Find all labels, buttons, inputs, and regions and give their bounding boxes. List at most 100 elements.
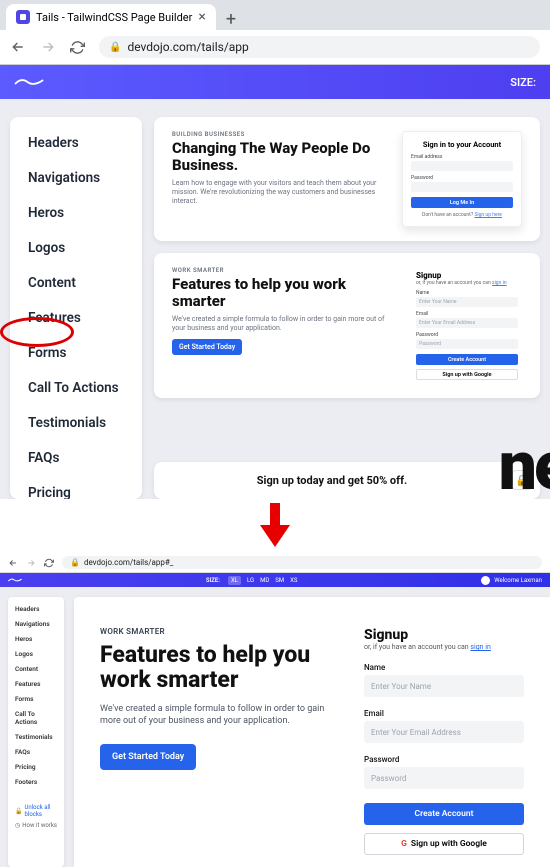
password-field[interactable]: [411, 182, 513, 192]
address-bar-bottom: 🔒 devdojo.com/tails/app#_: [0, 553, 550, 573]
sidebar-item-features[interactable]: Features: [15, 680, 57, 688]
tab-bar: Tails - TailwindCSS Page Builder × +: [0, 0, 550, 30]
google-signup-button[interactable]: Sign up with Google: [416, 369, 518, 380]
password-label: Password: [416, 332, 518, 338]
lock-icon: 🔒: [109, 42, 121, 53]
form-footer: Don't have an account? Sign up here: [411, 212, 513, 218]
size-xl[interactable]: XL: [228, 576, 241, 585]
tails-logo-icon: [14, 75, 44, 89]
name-label: Name: [364, 663, 524, 672]
preview-canvas-top: BUILDING BUSINESSES Changing The Way Peo…: [154, 117, 540, 499]
url-text: devdojo.com/tails/app: [127, 40, 248, 54]
annotation-arrow-icon: [260, 503, 290, 547]
signin-link[interactable]: sign in: [492, 280, 507, 286]
size-lg[interactable]: LG: [247, 577, 254, 584]
how-it-works-link[interactable]: ◷How it works: [15, 822, 57, 829]
welcome-text: Welcome Laxman: [494, 577, 542, 584]
sidebar-item-features[interactable]: Features: [28, 310, 124, 326]
form-title: Signup: [416, 271, 518, 280]
email-input[interactable]: [364, 721, 524, 743]
address-field-bottom[interactable]: 🔒 devdojo.com/tails/app#_: [62, 556, 542, 569]
sidebar-item-pricing[interactable]: Pricing: [15, 763, 57, 771]
sidebar-item-content[interactable]: Content: [15, 665, 57, 673]
login-button[interactable]: Log Me In: [411, 197, 513, 208]
password-label: Password: [364, 755, 524, 764]
google-signup-button[interactable]: GSign up with Google: [364, 833, 524, 855]
sidebar-item-footers[interactable]: Footers: [15, 778, 57, 786]
sidebar-item-heros[interactable]: Heros: [15, 635, 57, 643]
size-sm[interactable]: SM: [275, 577, 284, 584]
forward-icon[interactable]: [26, 558, 36, 568]
name-label: Name: [416, 290, 518, 296]
email-field[interactable]: Enter Your Email Address: [416, 318, 518, 328]
clock-icon: ◷: [15, 822, 20, 829]
avatar-icon: ☺: [481, 576, 490, 585]
reload-icon[interactable]: [44, 558, 54, 568]
size-xs[interactable]: XS: [290, 577, 297, 584]
email-label: Email address: [411, 154, 513, 160]
sidebar-item-content[interactable]: Content: [28, 275, 124, 291]
sidebar-item-pricing[interactable]: Pricing: [28, 485, 124, 499]
sidebar-item-navigations[interactable]: Navigations: [15, 620, 57, 628]
sidebar-item-testimonials[interactable]: Testimonials: [15, 733, 57, 741]
category-sidebar-bottom: Headers Navigations Heros Logos Content …: [8, 597, 64, 867]
size-label: SIZE:: [510, 76, 536, 89]
sidebar-item-heros[interactable]: Heros: [28, 205, 124, 221]
email-label: Email: [364, 709, 524, 718]
browser-tab[interactable]: Tails - TailwindCSS Page Builder ×: [6, 4, 216, 30]
password-input[interactable]: [364, 767, 524, 789]
form-title: Sign in to your Account: [411, 140, 513, 149]
form-subtitle: or, if you have an account you can sign …: [416, 280, 518, 286]
user-menu[interactable]: ☺ Welcome Laxman: [481, 576, 542, 585]
sidebar-item-headers[interactable]: Headers: [15, 605, 57, 613]
get-started-button[interactable]: Get Started Today: [172, 339, 242, 355]
new-tab-button[interactable]: +: [216, 9, 246, 30]
tails-logo-icon: [8, 576, 22, 584]
back-icon[interactable]: [8, 558, 18, 568]
sidebar-item-faqs[interactable]: FAQs: [28, 450, 124, 466]
unlock-blocks-link[interactable]: 🔓Unlock all blocks: [15, 804, 57, 818]
lock-icon: 🔒: [512, 470, 532, 490]
sidebar-item-forms[interactable]: Forms: [15, 695, 57, 703]
close-icon[interactable]: ×: [198, 9, 205, 25]
address-field[interactable]: 🔒 devdojo.com/tails/app: [99, 36, 540, 58]
block-preview-1[interactable]: BUILDING BUSINESSES Changing The Way Peo…: [154, 117, 540, 241]
size-md[interactable]: MD: [260, 577, 269, 584]
reload-icon[interactable]: [70, 40, 85, 55]
email-field[interactable]: [411, 161, 513, 171]
sidebar-item-testimonials[interactable]: Testimonials: [28, 415, 124, 431]
signin-mini-form: Sign in to your Account Email address Pa…: [402, 131, 522, 227]
get-started-button[interactable]: Get Started Today: [100, 744, 196, 770]
sidebar-item-cta[interactable]: Call To Actions: [28, 380, 124, 396]
create-account-button[interactable]: Create Account: [364, 803, 524, 825]
google-icon: G: [401, 839, 407, 849]
sidebar-item-forms[interactable]: Forms: [28, 345, 124, 361]
sidebar-item-faqs[interactable]: FAQs: [15, 748, 57, 756]
card-body: Learn how to engage with your visitors a…: [172, 179, 386, 206]
block-preview-2[interactable]: WORK SMARTER Features to help you work s…: [154, 253, 540, 398]
forward-icon[interactable]: [40, 39, 56, 55]
signup-link[interactable]: Sign up here: [474, 212, 502, 218]
name-field[interactable]: Enter Your Name: [416, 297, 518, 307]
page-body: We've created a simple formula to follow…: [100, 703, 334, 728]
password-field[interactable]: Password: [416, 339, 518, 349]
favicon-icon: [16, 10, 30, 24]
sidebar-item-cta[interactable]: Call To Actions: [15, 710, 57, 726]
sidebar-item-headers[interactable]: Headers: [28, 135, 124, 151]
sidebar-item-logos[interactable]: Logos: [28, 240, 124, 256]
unlock-icon: 🔓: [15, 808, 22, 815]
preview-canvas-bottom: WORK SMARTER Features to help you work s…: [74, 597, 550, 867]
back-icon[interactable]: [10, 39, 26, 55]
size-selector: SIZE: XL LG MD SM XS: [206, 576, 298, 585]
name-input[interactable]: [364, 675, 524, 697]
browser-window-bottom: 🔒 devdojo.com/tails/app#_ SIZE: XL LG MD…: [0, 553, 550, 867]
card-body: We've created a simple formula to follow…: [172, 315, 396, 333]
form-title: Signup: [364, 627, 524, 643]
signin-link[interactable]: sign in: [470, 643, 490, 651]
sidebar-item-logos[interactable]: Logos: [15, 650, 57, 658]
password-label: Password: [411, 175, 513, 181]
block-preview-3[interactable]: Sign up today and get 50% off. 🔒: [154, 462, 540, 499]
create-account-button[interactable]: Create Account: [416, 354, 518, 365]
sidebar-item-navigations[interactable]: Navigations: [28, 170, 124, 186]
page-title: Features to help you work smarter: [100, 642, 334, 693]
